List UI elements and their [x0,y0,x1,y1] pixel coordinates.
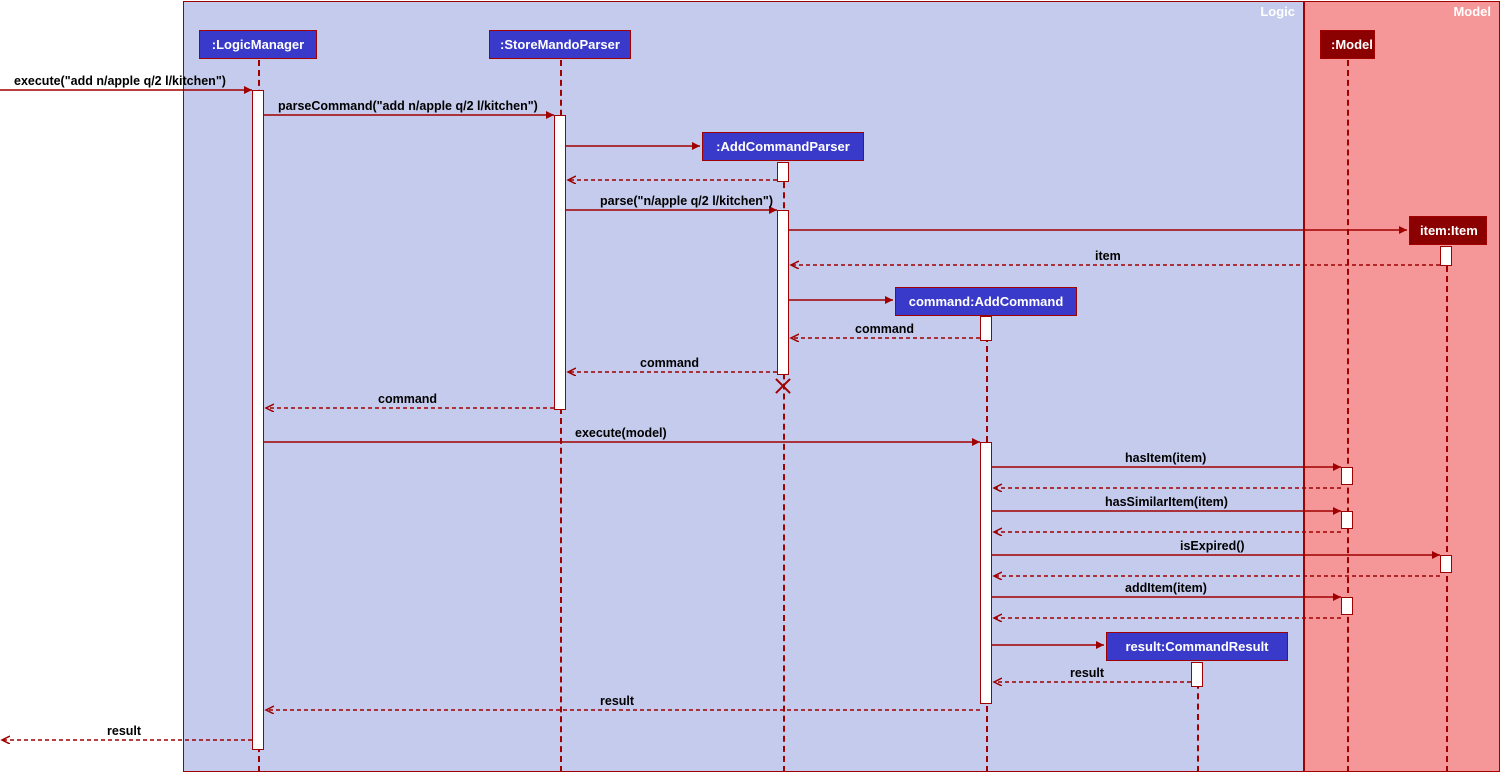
lifeline-model [1347,60,1349,772]
participant-label: :Model [1331,37,1373,52]
msg-result-3: result [107,724,141,738]
destroy-icon [773,376,793,396]
activation-storemando [554,115,566,410]
participant-command-result: result:CommandResult [1106,632,1288,661]
activation-add-command-1 [980,316,992,341]
participant-label: :StoreMandoParser [500,37,620,52]
activation-add-parser-1 [777,162,789,182]
activation-add-command-2 [980,442,992,704]
activation-model-3 [1341,597,1353,615]
activation-cmd-result [1191,662,1203,687]
participant-logic-manager: :LogicManager [199,30,317,59]
activation-add-parser-2 [777,210,789,375]
msg-execute: execute("add n/apple q/2 l/kitchen") [14,74,226,88]
lifeline-item [1446,246,1448,772]
participant-storemando-parser: :StoreMandoParser [489,30,631,59]
activation-model-1 [1341,467,1353,485]
activation-item-2 [1440,555,1452,573]
activation-model-2 [1341,511,1353,529]
msg-has-item: hasItem(item) [1125,451,1206,465]
msg-command-1: command [855,322,914,336]
msg-command-2: command [640,356,699,370]
participant-model: :Model [1320,30,1375,59]
msg-has-similar: hasSimilarItem(item) [1105,495,1228,509]
msg-command-3: command [378,392,437,406]
msg-parse: parse("n/apple q/2 l/kitchen") [600,194,773,208]
msg-parse-command: parseCommand("add n/apple q/2 l/kitchen"… [278,99,538,113]
participant-label: :AddCommandParser [716,139,850,154]
frame-model: Model [1304,1,1500,772]
participant-label: item:Item [1420,223,1478,238]
participant-add-command: command:AddCommand [895,287,1077,316]
msg-execute-model: execute(model) [575,426,667,440]
activation-logic-manager [252,90,264,750]
participant-label: result:CommandResult [1125,639,1268,654]
msg-is-expired: isExpired() [1180,539,1245,553]
participant-label: command:AddCommand [909,294,1064,309]
msg-add-item: addItem(item) [1125,581,1207,595]
participant-label: :LogicManager [212,37,304,52]
msg-item: item [1095,249,1121,263]
participant-add-command-parser: :AddCommandParser [702,132,864,161]
frame-model-label: Model [1453,4,1491,19]
frame-logic-label: Logic [1260,4,1295,19]
msg-result-1: result [1070,666,1104,680]
participant-item: item:Item [1409,216,1487,245]
msg-result-2: result [600,694,634,708]
activation-item-1 [1440,246,1452,266]
